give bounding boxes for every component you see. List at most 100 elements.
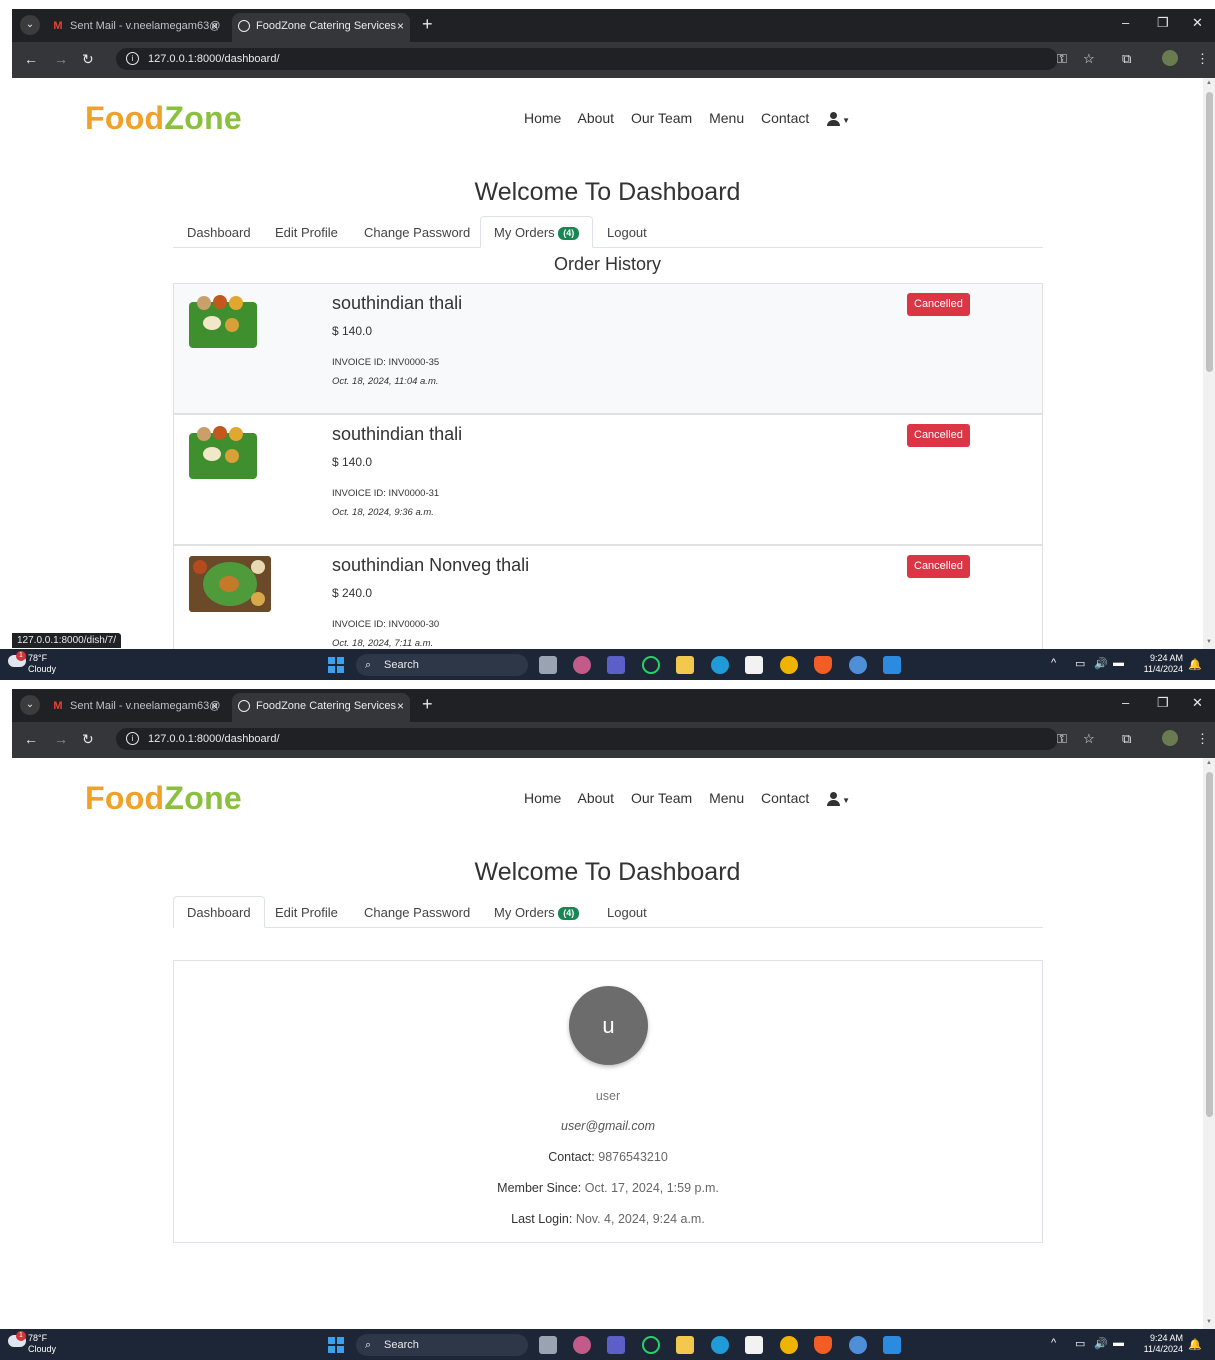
windows-start-icon[interactable] bbox=[328, 1337, 344, 1353]
task-view-icon[interactable] bbox=[539, 656, 557, 674]
site-logo[interactable]: FoodZone bbox=[85, 780, 242, 817]
order-card[interactable]: southindian thali $ 140.0 INVOICE ID: IN… bbox=[173, 283, 1043, 414]
order-card[interactable]: southindian Nonveg thali $ 240.0 INVOICE… bbox=[173, 545, 1043, 649]
tab-foodzone[interactable]: FoodZone Catering Services × bbox=[232, 693, 410, 722]
dish-image[interactable] bbox=[189, 294, 257, 349]
key-icon[interactable]: ⚿ bbox=[1057, 51, 1067, 67]
scroll-down-icon[interactable]: ▼ bbox=[1206, 1319, 1212, 1325]
battery-icon[interactable]: ▬ bbox=[1113, 657, 1124, 669]
volume-icon[interactable]: 🔊 bbox=[1094, 657, 1108, 670]
brave-icon[interactable] bbox=[814, 1336, 832, 1354]
dish-image[interactable] bbox=[189, 556, 271, 612]
clock[interactable]: 9:24 AM 11/4/2024 bbox=[1139, 653, 1183, 675]
teams-icon[interactable] bbox=[607, 656, 625, 674]
tab-my-orders[interactable]: My Orders (4) bbox=[480, 896, 593, 928]
tab-search-button[interactable]: ⌄ bbox=[20, 15, 40, 35]
nav-about[interactable]: About bbox=[577, 790, 614, 806]
file-explorer-icon[interactable] bbox=[676, 1336, 694, 1354]
nav-home[interactable]: Home bbox=[524, 110, 561, 126]
profile-avatar-icon[interactable] bbox=[1162, 50, 1178, 66]
dish-image[interactable] bbox=[189, 425, 257, 480]
close-icon[interactable]: × bbox=[211, 693, 218, 719]
taskbar-search[interactable]: ⌕ Search bbox=[356, 654, 528, 676]
chrome-profile-icon[interactable] bbox=[849, 656, 867, 674]
close-icon[interactable]: × bbox=[397, 693, 404, 719]
volume-icon[interactable]: 🔊 bbox=[1094, 1337, 1108, 1350]
scroll-thumb[interactable] bbox=[1206, 92, 1213, 372]
scrollbar[interactable]: ▲ ▼ bbox=[1203, 78, 1215, 649]
profile-avatar-icon[interactable] bbox=[1162, 730, 1178, 746]
site-logo[interactable]: FoodZone bbox=[85, 100, 242, 137]
close-icon[interactable]: × bbox=[211, 13, 218, 39]
taskbar-search[interactable]: ⌕ Search bbox=[356, 1334, 528, 1356]
brave-icon[interactable] bbox=[814, 656, 832, 674]
dish-name[interactable]: southindian Nonveg thali bbox=[332, 555, 529, 576]
scrollbar[interactable]: ▲ ▼ bbox=[1203, 758, 1215, 1329]
teams-icon[interactable] bbox=[607, 1336, 625, 1354]
nav-menu[interactable]: Menu bbox=[709, 110, 744, 126]
nav-contact[interactable]: Contact bbox=[761, 790, 809, 806]
chevron-up-icon[interactable]: ^ bbox=[1051, 657, 1056, 669]
tab-my-orders[interactable]: My Orders (4) bbox=[480, 216, 594, 248]
whatsapp-icon[interactable] bbox=[642, 1336, 660, 1354]
chevron-up-icon[interactable]: ^ bbox=[1051, 1337, 1056, 1349]
edge-icon[interactable] bbox=[711, 1336, 729, 1354]
new-tab-button[interactable]: + bbox=[422, 14, 433, 35]
site-info-icon[interactable]: i bbox=[126, 732, 139, 745]
reload-icon[interactable]: ↻ bbox=[82, 731, 94, 748]
task-view-icon[interactable] bbox=[539, 1336, 557, 1354]
tab-logout[interactable]: Logout bbox=[593, 896, 661, 928]
chrome-icon[interactable] bbox=[780, 1336, 798, 1354]
kebab-menu-icon[interactable]: ⋮ bbox=[1196, 51, 1209, 67]
scroll-down-icon[interactable]: ▼ bbox=[1206, 639, 1212, 645]
tab-logout[interactable]: Logout bbox=[593, 216, 661, 248]
tab-dashboard[interactable]: Dashboard bbox=[173, 216, 265, 248]
minimize-icon[interactable]: – bbox=[1122, 15, 1129, 30]
close-icon[interactable]: × bbox=[397, 13, 404, 39]
site-info-icon[interactable]: i bbox=[126, 52, 139, 65]
chrome-icon[interactable] bbox=[780, 656, 798, 674]
back-icon[interactable]: ← bbox=[24, 51, 38, 67]
new-tab-button[interactable]: + bbox=[422, 694, 433, 715]
vscode-icon[interactable] bbox=[883, 1336, 901, 1354]
tab-search-button[interactable]: ⌄ bbox=[20, 695, 40, 715]
nav-about[interactable]: About bbox=[577, 110, 614, 126]
weather-widget[interactable]: 1 78°F Cloudy bbox=[8, 1331, 56, 1355]
star-icon[interactable]: ☆ bbox=[1083, 731, 1095, 747]
notification-bell-icon[interactable]: 🔔 bbox=[1188, 1338, 1202, 1351]
tab-gmail[interactable]: M Sent Mail - v.neelamegam63@ × bbox=[46, 693, 224, 722]
user-dropdown-icon[interactable]: ▼ bbox=[826, 112, 850, 127]
edge-icon[interactable] bbox=[711, 656, 729, 674]
scroll-up-icon[interactable]: ▲ bbox=[1206, 760, 1212, 766]
whatsapp-icon[interactable] bbox=[642, 656, 660, 674]
clock[interactable]: 9:24 AM 11/4/2024 bbox=[1139, 1333, 1183, 1355]
kebab-menu-icon[interactable]: ⋮ bbox=[1196, 731, 1209, 747]
back-icon[interactable]: ← bbox=[24, 731, 38, 747]
nav-menu[interactable]: Menu bbox=[709, 790, 744, 806]
dish-name[interactable]: southindian thali bbox=[332, 293, 462, 314]
nav-our-team[interactable]: Our Team bbox=[631, 790, 692, 806]
scroll-up-icon[interactable]: ▲ bbox=[1206, 80, 1212, 86]
nav-contact[interactable]: Contact bbox=[761, 110, 809, 126]
nav-our-team[interactable]: Our Team bbox=[631, 110, 692, 126]
tab-dashboard[interactable]: Dashboard bbox=[173, 896, 265, 928]
minimize-icon[interactable]: – bbox=[1122, 695, 1129, 710]
restore-icon[interactable]: ❐ bbox=[1157, 695, 1169, 711]
order-card[interactable]: southindian thali $ 140.0 INVOICE ID: IN… bbox=[173, 414, 1043, 545]
nav-home[interactable]: Home bbox=[524, 790, 561, 806]
close-window-icon[interactable]: ✕ bbox=[1192, 15, 1203, 31]
key-icon[interactable]: ⚿ bbox=[1057, 731, 1067, 747]
chrome-profile-icon[interactable] bbox=[849, 1336, 867, 1354]
star-icon[interactable]: ☆ bbox=[1083, 51, 1095, 67]
url-input[interactable]: i 127.0.0.1:8000/dashboard/ bbox=[116, 728, 1058, 750]
file-explorer-icon[interactable] bbox=[676, 656, 694, 674]
dish-name[interactable]: southindian thali bbox=[332, 424, 462, 445]
tab-gmail[interactable]: M Sent Mail - v.neelamegam63@ × bbox=[46, 13, 224, 42]
copilot-icon[interactable] bbox=[573, 1336, 591, 1354]
store-icon[interactable] bbox=[745, 1336, 763, 1354]
display-icon[interactable]: ▭ bbox=[1075, 1337, 1085, 1350]
user-dropdown-icon[interactable]: ▼ bbox=[826, 792, 850, 807]
extensions-icon[interactable]: ⧉ bbox=[1122, 51, 1131, 67]
forward-icon[interactable]: → bbox=[54, 731, 68, 747]
scroll-thumb[interactable] bbox=[1206, 772, 1213, 1117]
